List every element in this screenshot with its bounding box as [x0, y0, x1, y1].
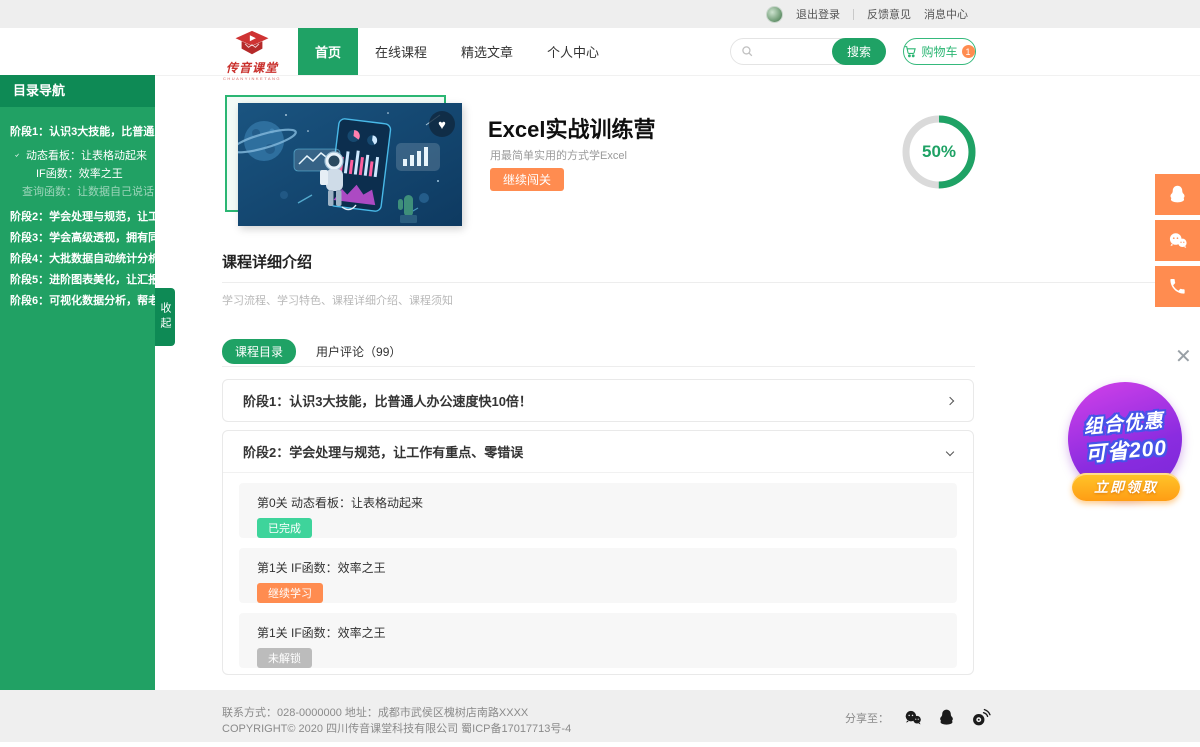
chevron-right-icon [178, 233, 186, 241]
search-button[interactable]: 搜索 [832, 38, 886, 65]
favorite-button[interactable]: ♥ [429, 111, 455, 137]
feedback-link[interactable]: 反馈意见 [867, 6, 911, 22]
wechat-share-icon[interactable] [903, 708, 923, 728]
sidebar-section-3[interactable]: 阶段3：学会高级透视，拥有同时... [10, 229, 147, 245]
contact-floaters [1155, 174, 1200, 307]
progress-percent: 50% [899, 112, 979, 192]
stage-2-accordion: 阶段2：学会处理与规范，让工作有重点、零错误 第0关 动态看板：让表格动起来 已… [222, 430, 974, 675]
footer-copyright: COPYRIGHT© 2020 四川传音课堂科技有限公司 蜀ICP备170177… [222, 720, 571, 736]
sidebar-section-2[interactable]: 阶段2：学会处理与规范，让工作... [10, 208, 147, 224]
continue-course-button[interactable]: 继续闯关 [490, 168, 564, 191]
heart-icon: ♥ [438, 117, 446, 132]
course-progress-ring: 50% [899, 112, 979, 192]
promo-claim-button[interactable]: 立即领取 [1072, 473, 1180, 501]
nav-menu: 首页 在线课程 精选文章 个人中心 [298, 28, 616, 75]
footer-contact: 联系方式：028-0000000 地址：成都市武侯区槐树店南路XXXX [222, 704, 528, 720]
close-icon: ✕ [1175, 346, 1192, 368]
lesson-row[interactable]: 第0关 动态看板：让表格动起来 已完成 [239, 483, 957, 538]
chevron-down-icon [946, 447, 954, 455]
logout-link[interactable]: 退出登录 [796, 6, 840, 22]
topbar-divider [853, 9, 854, 20]
main-nav: 传音课堂 CHUANYINKETANG 首页 在线课程 精选文章 个人中心 搜索… [0, 28, 1200, 75]
phone-contact-button[interactable] [1155, 266, 1200, 307]
detail-heading: 课程详细介绍 [222, 251, 312, 272]
divider [222, 366, 975, 367]
course-title: Excel实战训练营 [488, 112, 656, 144]
stage-2-header[interactable]: 阶段2：学会处理与规范，让工作有重点、零错误 [223, 431, 973, 473]
search-icon [741, 45, 754, 58]
sidebar-title: 目录导航 [0, 75, 155, 107]
nav-item-home[interactable]: 首页 [298, 28, 358, 75]
sidebar-lesson-if[interactable]: IF函数：效率之王 [10, 165, 147, 181]
lesson-row[interactable]: 第1关 IF函数：效率之王 未解锁 [239, 613, 957, 668]
qq-share-icon[interactable] [937, 708, 956, 727]
site-logo[interactable]: 传音课堂 CHUANYINKETANG [218, 30, 286, 81]
footer: 联系方式：028-0000000 地址：成都市武侯区槐树店南路XXXX COPY… [0, 690, 1200, 742]
message-center-link[interactable]: 消息中心 [924, 6, 968, 22]
status-badge-locked[interactable]: 未解锁 [257, 648, 312, 668]
search-box: 搜索 [730, 38, 886, 65]
avatar[interactable] [766, 6, 783, 23]
chevron-right-icon [178, 254, 186, 262]
chevron-right-icon [178, 275, 186, 283]
status-badge-completed[interactable]: 已完成 [257, 518, 312, 538]
qq-icon [1167, 184, 1188, 205]
cart-count-badge: 1 [962, 45, 975, 58]
chevron-right-icon [178, 296, 186, 304]
detail-description: 学习流程、学习特色、课程详细介绍、课程须知 [222, 292, 453, 308]
status-badge-continue[interactable]: 继续学习 [257, 583, 323, 603]
catalog-sidebar: 目录导航 阶段1：认识3大技能，比普通人... 动态看板：让表格动起来 IF函数… [0, 75, 155, 690]
cart-icon [904, 45, 917, 58]
sidebar-lesson-dashboard[interactable]: 动态看板：让表格动起来 [10, 147, 147, 163]
stage-1-accordion[interactable]: 阶段1：认识3大技能，比普通人办公速度快10倍！ [222, 379, 974, 422]
sidebar-collapse-tab[interactable]: 收起 [155, 288, 175, 346]
check-icon [15, 150, 19, 160]
sidebar-section-4[interactable]: 阶段4：大批数据自动统计分析，... [10, 250, 147, 266]
weibo-share-icon[interactable] [970, 707, 991, 728]
sidebar-lesson-lookup[interactable]: 查询函数：让数据自己说话 [10, 183, 147, 199]
logo-icon [230, 43, 274, 60]
sidebar-section-5[interactable]: 阶段5：进阶图表美化，让汇报一... [10, 271, 147, 287]
logo-title: 传音课堂 [218, 59, 286, 76]
topbar: 退出登录 反馈意见 消息中心 [0, 0, 1200, 28]
wechat-contact-button[interactable] [1155, 220, 1200, 261]
content-tabs: 课程目录 用户评论（99） [222, 339, 401, 364]
logo-subtitle: CHUANYINKETANG [218, 76, 286, 81]
divider [222, 282, 1185, 283]
tab-course-catalog[interactable]: 课程目录 [222, 339, 296, 364]
tab-user-comments[interactable]: 用户评论（99） [316, 343, 401, 360]
sidebar-section-6[interactable]: 阶段6：可视化数据分析，帮老板... [10, 292, 147, 308]
promo-close-button[interactable]: ✕ [1175, 347, 1192, 367]
share-label: 分享至： [845, 710, 889, 726]
course-subtitle: 用最简单实用的方式学Excel [490, 147, 627, 163]
nav-item-courses[interactable]: 在线课程 [358, 28, 444, 75]
chevron-right-icon [178, 212, 186, 220]
lesson-row[interactable]: 第1关 IF函数：效率之王 继续学习 [239, 548, 957, 603]
phone-icon [1168, 277, 1187, 296]
search-input[interactable] [754, 45, 832, 59]
nav-item-profile[interactable]: 个人中心 [530, 28, 616, 75]
cart-label: 购物车 [921, 43, 957, 60]
wechat-icon [1167, 230, 1189, 252]
cart-button[interactable]: 购物车 1 [903, 38, 976, 65]
sidebar-section-1[interactable]: 阶段1：认识3大技能，比普通人... [10, 123, 147, 139]
promo-line-2: 可省200 [1084, 434, 1168, 468]
chevron-down-icon [173, 127, 181, 135]
qq-contact-button[interactable] [1155, 174, 1200, 215]
chevron-right-icon [946, 396, 954, 404]
nav-item-articles[interactable]: 精选文章 [444, 28, 530, 75]
